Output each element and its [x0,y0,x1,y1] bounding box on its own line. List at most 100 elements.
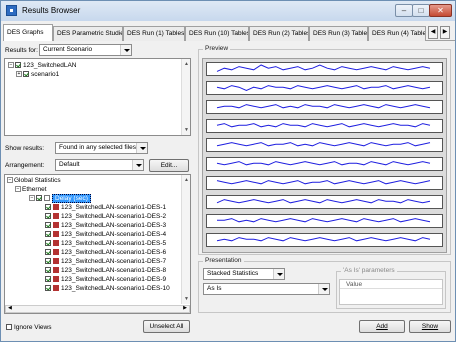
tree-item-stat-1[interactable]: 123_SwitchedLAN-scenario1-DES-1 [45,203,166,212]
chevron-down-icon[interactable] [136,143,147,153]
tab-next-icon[interactable]: ▶ [440,26,450,39]
checkbox[interactable] [45,222,51,229]
tree-item-global-statistics[interactable]: − Global Statistics [7,176,61,185]
chevron-down-icon[interactable] [318,284,329,294]
ignore-views-label: Ignore Views [14,324,52,331]
add-button[interactable]: Add [359,320,405,333]
preview-chart-8[interactable] [206,195,443,209]
checkbox[interactable] [45,231,51,238]
close-button[interactable]: ✕ [429,4,452,17]
edit-button[interactable]: Edit... [149,159,189,172]
tree-item-delay[interactable]: − Delay (sec) [29,194,91,203]
tab-des-graphs[interactable]: DES Graphs [3,24,53,41]
checkbox[interactable] [36,195,42,202]
tree-item-label: Delay (sec) [52,194,91,203]
chevron-down-icon[interactable] [132,160,143,170]
unselect-all-button[interactable]: Unselect All [143,320,190,333]
preview-chart-1[interactable] [206,62,443,76]
results-browser-window: Results Browser – □ ✕ DES Graphs DES Par… [0,0,456,342]
collapse-icon[interactable]: − [8,62,14,69]
tab-prev-icon[interactable]: ◀ [428,26,438,39]
tab-des-run-4-tables[interactable]: DES Run (4) Tables [368,26,426,41]
tab-des-run-10-tables[interactable]: DES Run (10) Tables [185,26,249,41]
series-line [216,123,431,128]
checkbox[interactable] [45,276,51,283]
checkbox[interactable] [45,240,51,247]
filter-select[interactable]: As Is [203,283,330,295]
collapse-icon[interactable]: − [29,195,35,202]
checkbox[interactable] [45,267,51,274]
series-line [216,199,431,204]
scroll-right-icon[interactable]: ▶ [183,305,187,311]
scroll-down-icon[interactable]: ▼ [183,126,190,134]
preview-chart-9[interactable] [206,214,443,228]
checkbox[interactable] [45,249,51,256]
statistic-icon [53,285,59,292]
vertical-scrollbar[interactable]: ▲ ▼ [181,175,190,304]
preview-chart-7[interactable] [206,176,443,190]
ignore-views-checkbox[interactable]: Ignore Views [6,323,51,332]
scroll-down-icon[interactable]: ▼ [183,295,190,303]
tree-item-stat-6[interactable]: 123_SwitchedLAN-scenario1-DES-6 [45,248,166,257]
arrangement-select[interactable]: Default [55,159,144,171]
tree-item-stat-8[interactable]: 123_SwitchedLAN-scenario1-DES-8 [45,266,166,275]
tree-item-scenario[interactable]: + scenario1 [16,70,59,79]
scroll-up-icon[interactable]: ▲ [183,176,190,184]
checkbox[interactable] [45,213,51,220]
preview-chart-2[interactable] [206,81,443,95]
checkbox[interactable] [6,324,12,331]
checkbox[interactable] [45,258,51,265]
chevron-down-icon[interactable] [273,269,284,279]
horizontal-scrollbar[interactable]: ◀ ▶ [5,305,190,313]
preview-chart-4[interactable] [206,119,443,133]
show-results-select[interactable]: Found in any selected files [55,142,148,154]
maximize-button[interactable]: □ [412,4,430,17]
arrangement-value: Default [59,161,80,168]
tree-item-label: 123_SwitchedLAN-scenario1-DES-4 [61,231,167,238]
tree-item-stat-5[interactable]: 123_SwitchedLAN-scenario1-DES-5 [45,239,166,248]
scenario-tree: − 123_SwitchedLAN + scenario1 ▲ ▼ [4,58,191,136]
preview-chart-6[interactable] [206,157,443,171]
window-title: Results Browser [22,6,81,15]
tree-item-ethernet[interactable]: − Ethernet [15,185,47,194]
tree-item-stat-4[interactable]: 123_SwitchedLAN-scenario1-DES-4 [45,230,166,239]
tree-item-stat-10[interactable]: 123_SwitchedLAN-scenario1-DES-10 [45,284,170,293]
chevron-down-icon[interactable] [120,45,131,55]
scroll-up-icon[interactable]: ▲ [183,60,190,68]
collapse-icon[interactable]: − [7,177,13,184]
statistic-icon [53,204,59,211]
series-line [216,142,431,147]
tab-des-run-3-tables[interactable]: DES Run (3) Tables [309,26,368,41]
results-for-select[interactable]: Current Scenario [39,44,132,56]
vertical-scrollbar[interactable]: ▲ ▼ [181,59,190,135]
tab-des-parametric-studies[interactable]: DES Parametric Studies [53,26,123,41]
tab-des-run-2-tables[interactable]: DES Run (2) Tables [249,26,309,41]
checkbox[interactable] [15,62,21,69]
preview-chart-5[interactable] [206,138,443,152]
preview-chart-10[interactable] [206,233,443,247]
tree-item-stat-7[interactable]: 123_SwitchedLAN-scenario1-DES-7 [45,257,166,266]
document-icon [44,195,50,202]
tree-item-label: 123_SwitchedLAN-scenario1-DES-10 [61,285,170,292]
series-line [216,237,431,242]
tree-item-stat-2[interactable]: 123_SwitchedLAN-scenario1-DES-2 [45,212,166,221]
show-button[interactable]: Show [409,320,451,333]
collapse-icon[interactable]: − [15,186,21,193]
tree-item-stat-9[interactable]: 123_SwitchedLAN-scenario1-DES-9 [45,275,166,284]
show-results-label: Show results: [5,145,45,152]
preview-chart-3[interactable] [206,100,443,114]
tree-item-stat-3[interactable]: 123_SwitchedLAN-scenario1-DES-3 [45,221,166,230]
expand-icon[interactable]: + [16,71,22,78]
checkbox[interactable] [45,204,51,211]
tab-strip: DES Graphs DES Parametric Studies DES Ru… [3,24,455,41]
arrangement-label: Arrangement: [5,162,45,169]
presentation-mode-select[interactable]: Stacked Statistics [203,268,285,280]
tab-des-run-1-tables[interactable]: DES Run (1) Tables [123,26,185,41]
minimize-button[interactable]: – [395,4,413,17]
tree-item-project[interactable]: − 123_SwitchedLAN [8,61,76,70]
scroll-left-icon[interactable]: ◀ [8,305,12,311]
checkbox[interactable] [23,71,29,78]
statistic-icon [53,222,59,229]
statistic-icon [53,231,59,238]
checkbox[interactable] [45,285,51,292]
